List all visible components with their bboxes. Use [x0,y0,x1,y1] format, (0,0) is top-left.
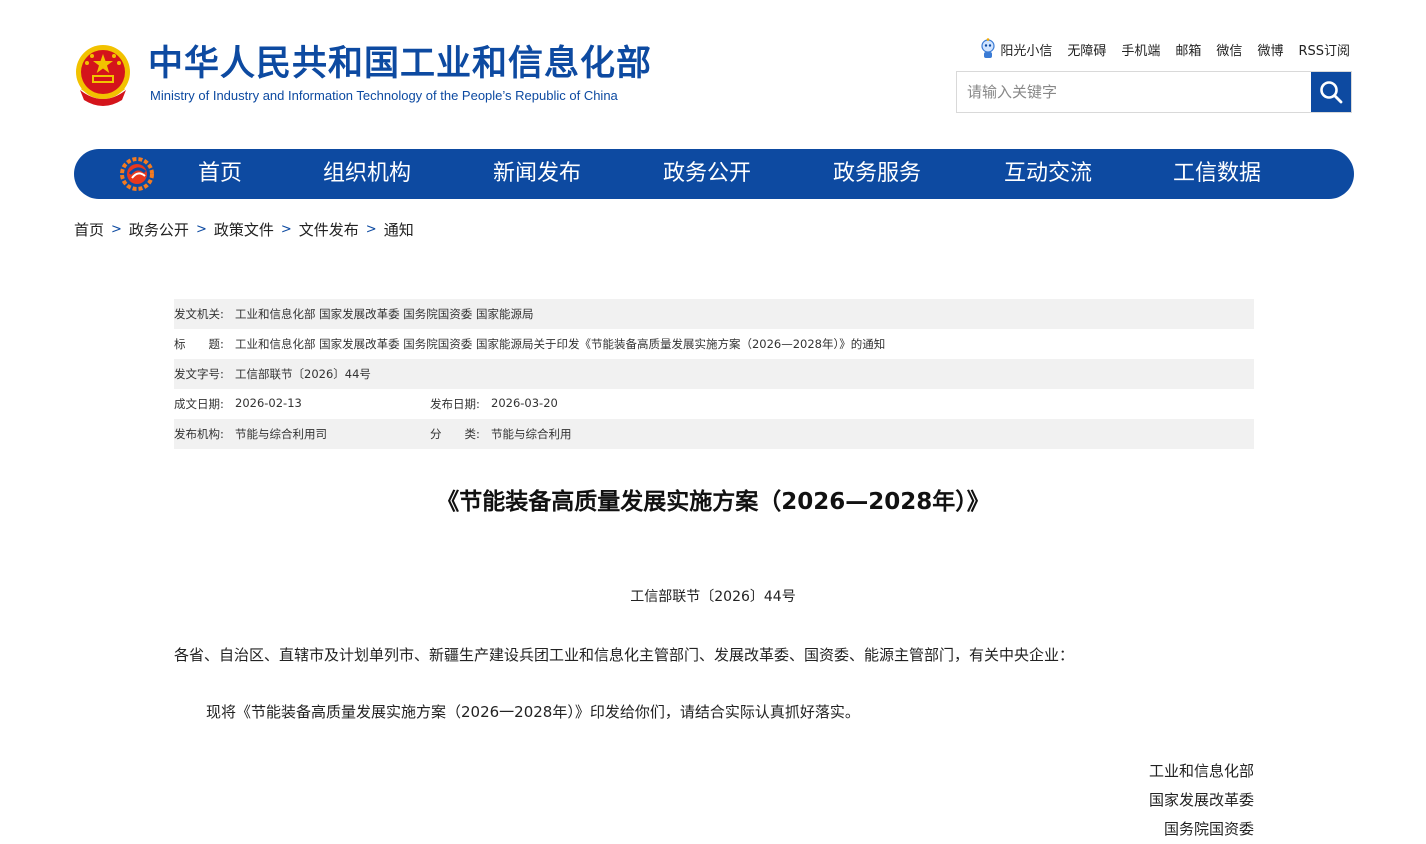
top-link-mobile[interactable]: 手机端 [1121,40,1160,59]
breadcrumb-document-release[interactable]: 文件发布 [299,219,359,240]
meta-created-date: 2026-02-13 [235,396,302,410]
breadcrumb-separator-icon: > [280,222,292,237]
search-button[interactable] [1311,72,1351,112]
signatory: 国务院国资委 [1163,820,1254,838]
site-subtitle: Ministry of Industry and Information Tec… [150,88,618,103]
top-link-label: 阳光小信 [1000,43,1053,59]
top-link-sunshine[interactable]: 阳光小信 [979,38,1052,60]
nav-home[interactable]: 首页 [198,149,242,199]
meta-label: 发文机关: [174,307,224,321]
meta-category: 节能与综合利用 [491,427,572,441]
meta-row-dates: 成文日期: 2026-02-13 发布日期: 2026-03-20 [174,389,1254,419]
meta-row-org: 发布机构: 节能与综合利用司 分 类: 节能与综合利用 [174,419,1254,449]
meta-published-date: 2026-03-20 [491,396,558,410]
site-title: 中华人民共和国工业和信息化部 [148,44,653,84]
top-link-weibo[interactable]: 微博 [1257,40,1283,59]
breadcrumb-separator-icon: > [195,222,207,237]
top-link-rss[interactable]: RSS订阅 [1298,40,1350,59]
meta-label: 分 类: [430,427,480,441]
meta-docno: 工信部联节〔2026〕44号 [235,367,371,381]
document-recipients: 各省、自治区、直辖市及计划单列市、新疆生产建设兵团工业和信息化主管部门、发展改革… [174,646,1075,664]
nav-data[interactable]: 工信数据 [1173,149,1261,199]
meta-label: 成文日期: [174,397,224,411]
nav-government-affairs[interactable]: 政务公开 [663,149,751,199]
meta-row-issuer: 发文机关: 工业和信息化部 国家发展改革委 国务院国资委 国家能源局 [174,299,1254,329]
meta-label: 发文字号: [174,367,224,381]
breadcrumb-policy-documents[interactable]: 政策文件 [214,219,274,240]
top-links: 阳光小信 无障碍 手机端 邮箱 微信 微博 RSS订阅 [979,38,1350,60]
nav-interaction[interactable]: 互动交流 [1004,149,1092,199]
breadcrumb-government-affairs[interactable]: 政务公开 [129,219,189,240]
meta-label: 标 题: [174,337,224,351]
document-title: 《节能装备高质量发展实施方案（2026—2028年）》 [436,489,990,515]
signatory: 国家发展改革委 [1148,791,1254,809]
nav-news[interactable]: 新闻发布 [493,149,581,199]
document-number: 工信部联节〔2026〕44号 [630,589,796,605]
signatory: 工业和信息化部 [1148,762,1254,780]
breadcrumb-home[interactable]: 首页 [74,219,104,240]
breadcrumb: 首页 > 政务公开 > 政策文件 > 文件发布 > 通知 [74,219,414,240]
search-input[interactable] [957,72,1311,112]
top-link-accessibility[interactable]: 无障碍 [1067,40,1106,59]
top-link-email[interactable]: 邮箱 [1175,40,1201,59]
breadcrumb-separator-icon: > [111,222,122,237]
nav-organization[interactable]: 组织机构 [323,149,411,199]
document-signatories: 工业和信息化部 国家发展改革委 国务院国资委 [1149,757,1254,844]
ministry-logo-icon [120,157,154,191]
document-meta-table: 发文机关: 工业和信息化部 国家发展改革委 国务院国资委 国家能源局 标 题: … [174,299,1254,449]
meta-org: 节能与综合利用司 [235,427,327,441]
main-nav: 首页 组织机构 新闻发布 政务公开 政务服务 互动交流 工信数据 [74,149,1354,199]
nav-services[interactable]: 政务服务 [833,149,921,199]
top-link-wechat[interactable]: 微信 [1216,40,1242,59]
meta-label: 发布日期: [430,397,480,411]
meta-row-docno: 发文字号: 工信部联节〔2026〕44号 [174,359,1254,389]
search-box [956,71,1352,113]
meta-row-title: 标 题: 工业和信息化部 国家发展改革委 国务院国资委 国家能源局关于印发《节能… [174,329,1254,359]
meta-issuer: 工业和信息化部 国家发展改革委 国务院国资委 国家能源局 [235,307,534,321]
document-body: 现将《节能装备高质量发展实施方案（2026一2028年）》印发给你们，请结合实际… [206,703,860,721]
breadcrumb-separator-icon: > [365,222,377,237]
search-icon [1320,81,1343,104]
national-emblem-icon [76,45,130,106]
meta-label: 发布机构: [174,427,224,441]
breadcrumb-notice[interactable]: 通知 [384,219,414,240]
robot-assistant-icon [981,38,995,58]
meta-title: 工业和信息化部 国家发展改革委 国务院国资委 国家能源局关于印发《节能装备高质量… [235,337,886,351]
